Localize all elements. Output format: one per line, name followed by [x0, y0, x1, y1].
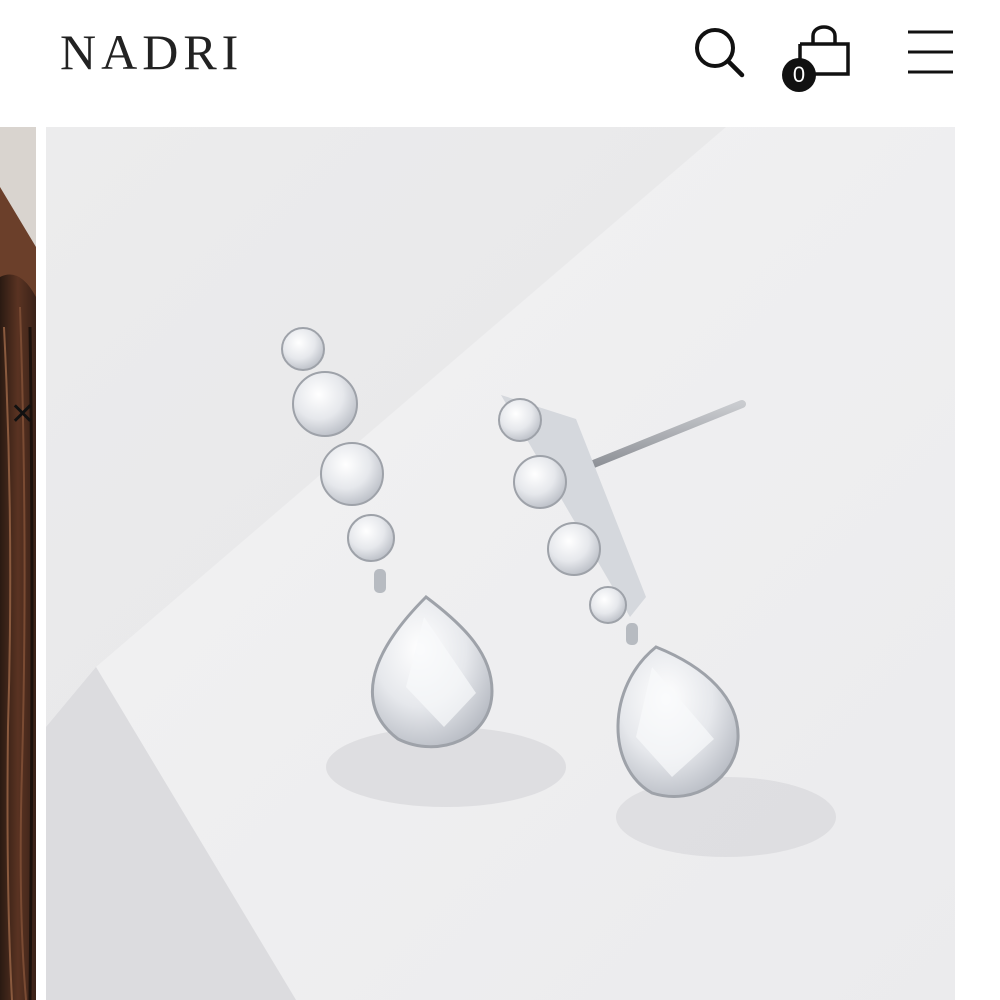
product-image-gallery[interactable]: ✕ — [0, 127, 1000, 1000]
drop-earrings-product-photo — [46, 127, 955, 1000]
brand-logo[interactable]: NADRI — [60, 22, 243, 82]
previous-slide-image[interactable] — [0, 127, 36, 1000]
menu-button[interactable] — [900, 26, 960, 80]
search-icon — [695, 28, 745, 78]
main-product-image[interactable] — [46, 127, 955, 1000]
cart-count-badge: 0 — [782, 58, 816, 92]
site-header: NADRI 0 — [0, 0, 1000, 127]
model-hair-photo — [0, 127, 36, 1000]
hamburger-menu-icon — [908, 30, 953, 74]
search-button[interactable] — [688, 22, 748, 82]
close-icon[interactable]: ✕ — [10, 397, 40, 433]
